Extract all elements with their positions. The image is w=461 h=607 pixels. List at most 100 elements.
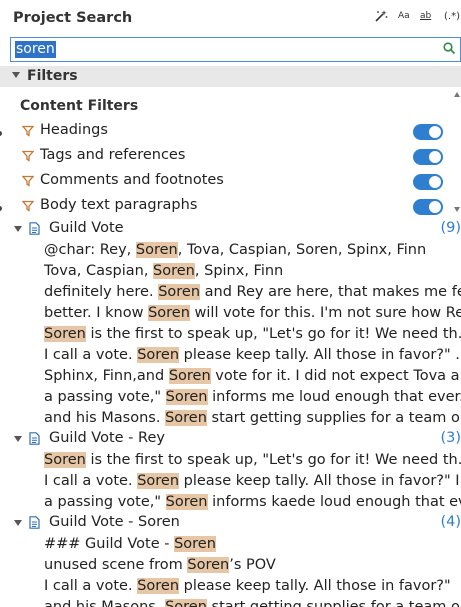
result-group-header[interactable]: Guild Vote (9): [0, 219, 461, 239]
result-line[interactable]: I call a vote. Soren please keep tally. …: [44, 345, 461, 365]
funnel-icon: [21, 175, 35, 187]
filter-label: Comments and footnotes: [40, 172, 224, 188]
result-text: , Spinx, Finn: [194, 263, 284, 279]
filter-label: Tags and references: [40, 147, 186, 163]
document-icon: [29, 432, 40, 445]
match-highlight: Soren: [153, 263, 195, 279]
result-line[interactable]: Soren is the first to speak up, "Let's g…: [44, 450, 461, 470]
result-line[interactable]: Tova, Caspian, Soren, Spinx, Finn: [44, 261, 461, 281]
scroll-down-arrow-icon[interactable]: [454, 207, 460, 212]
result-text: and his Masons.: [44, 599, 166, 607]
chevron-down-icon[interactable]: [14, 436, 22, 442]
result-line[interactable]: and his Masons. Soren start getting supp…: [44, 408, 461, 428]
match-highlight: Soren: [165, 410, 207, 426]
tags-toggle[interactable]: [413, 149, 443, 165]
chevron-down-icon: [12, 72, 20, 78]
result-text: I call a vote.: [44, 578, 138, 594]
result-text: @char: Rey,: [44, 242, 136, 258]
result-line[interactable]: a passing vote," Soren informs me loud e…: [44, 387, 461, 407]
chevron-down-icon[interactable]: [14, 226, 22, 232]
filter-row-comments: Comments and footnotes: [21, 171, 447, 193]
match-highlight: Soren: [165, 494, 208, 510]
result-line[interactable]: ### Guild Vote - Soren: [44, 534, 461, 554]
panel-header: Project Search Aa ab (.*): [0, 0, 461, 36]
result-text: informs kaede loud enough that ev...: [207, 494, 461, 510]
result-text: ### Guild Vote -: [44, 536, 175, 552]
regex-toggle[interactable]: (.*): [444, 11, 460, 22]
edge-marker: [0, 206, 2, 211]
funnel-icon: [21, 125, 35, 137]
match-highlight: Soren: [44, 452, 86, 468]
result-group-header[interactable]: Guild Vote - Soren (4): [0, 513, 461, 533]
scroll-up-arrow-icon[interactable]: [454, 92, 460, 97]
result-text: is the first to speak up, "Let's go for …: [85, 326, 461, 342]
result-line[interactable]: definitely here. Soren and Rey are here,…: [44, 282, 461, 302]
filters-section-header[interactable]: Filters: [0, 66, 461, 87]
result-text: a passing vote,": [44, 389, 166, 405]
result-text: please keep tally. All those in favor?": [179, 578, 451, 594]
filter-row-tags: Tags and references: [21, 146, 447, 168]
result-text: ’s POV: [229, 557, 276, 573]
funnel-icon: [21, 200, 35, 212]
match-highlight: Soren: [137, 578, 180, 594]
result-text: I call a vote.: [44, 347, 138, 363]
match-highlight: Soren: [137, 473, 180, 489]
group-title: Guild Vote - Rey: [49, 430, 165, 446]
result-line[interactable]: Sphinx, Finn,and Soren vote for it. I di…: [44, 366, 461, 386]
match-highlight: Soren: [168, 368, 211, 384]
result-line[interactable]: @char: Rey, Soren, Tova, Caspian, Soren,…: [44, 240, 461, 260]
magic-wand-icon[interactable]: [374, 9, 388, 26]
search-input-value: soren: [15, 41, 56, 58]
whole-word-toggle[interactable]: ab: [420, 11, 431, 21]
result-text: Tova, Caspian,: [44, 263, 154, 279]
result-line[interactable]: Soren is the first to speak up, "Let's g…: [44, 324, 461, 344]
comments-toggle[interactable]: [413, 174, 443, 190]
edge-marker: [0, 131, 2, 136]
match-highlight: Soren: [137, 347, 180, 363]
match-highlight: Soren: [148, 305, 190, 321]
result-line[interactable]: I call a vote. Soren please keep tally. …: [44, 576, 461, 596]
result-text: start getting supplies for a team o...: [206, 410, 461, 426]
result-group-header[interactable]: Guild Vote - Rey (3): [0, 429, 461, 449]
result-text: , Tova, Caspian, Soren, Spinx, Finn: [177, 242, 427, 258]
match-highlight: Soren: [165, 599, 207, 607]
filters-header-label: Filters: [27, 68, 78, 84]
group-title: Guild Vote: [49, 220, 124, 236]
search-icon[interactable]: [442, 41, 456, 55]
result-text: please keep tally. All those in favor?" …: [179, 473, 461, 489]
result-line[interactable]: unused scene from Soren’s POV: [44, 555, 461, 575]
search-input[interactable]: soren: [10, 37, 461, 62]
result-text: is the first to speak up, "Let's go for …: [85, 452, 461, 468]
result-text: unused scene from: [44, 557, 188, 573]
result-text: vote for it. I did not expect Tova a...: [210, 368, 461, 384]
result-text: will vote for this. I'm not sure how Re.…: [189, 305, 461, 321]
match-count-badge: (4): [440, 514, 461, 530]
match-highlight: Soren: [187, 557, 230, 573]
filter-label: Headings: [40, 122, 108, 138]
group-title: Guild Vote - Soren: [49, 514, 180, 530]
result-line[interactable]: a passing vote," Soren informs kaede lou…: [44, 492, 461, 512]
result-text: definitely here.: [44, 284, 159, 300]
filter-label: Body text paragraphs: [40, 197, 198, 213]
body-text-toggle[interactable]: [413, 199, 443, 215]
funnel-icon: [21, 150, 35, 162]
result-text: start getting supplies for a team o...: [206, 599, 461, 607]
content-filters-title: Content Filters: [20, 98, 139, 114]
result-line[interactable]: I call a vote. Soren please keep tally. …: [44, 471, 461, 491]
match-highlight: Soren: [174, 536, 216, 552]
headings-toggle[interactable]: [413, 124, 443, 140]
result-text: better. I know: [44, 305, 149, 321]
match-highlight: Soren: [165, 389, 208, 405]
chevron-down-icon[interactable]: [14, 520, 22, 526]
match-case-toggle[interactable]: Aa: [398, 11, 410, 21]
filter-row-body: Body text paragraphs: [21, 196, 447, 218]
result-line[interactable]: and his Masons. Soren start getting supp…: [44, 597, 461, 607]
result-text: and Rey are here, that makes me fe...: [200, 284, 461, 300]
panel-title: Project Search: [13, 10, 133, 26]
result-text: please keep tally. All those in favor?" …: [179, 347, 461, 363]
filters-scrollbar[interactable]: [451, 100, 461, 205]
result-text: informs me loud enough that ever...: [207, 389, 461, 405]
match-count-badge: (9): [440, 220, 461, 236]
match-highlight: Soren: [44, 326, 86, 342]
result-line[interactable]: better. I know Soren will vote for this.…: [44, 303, 461, 323]
